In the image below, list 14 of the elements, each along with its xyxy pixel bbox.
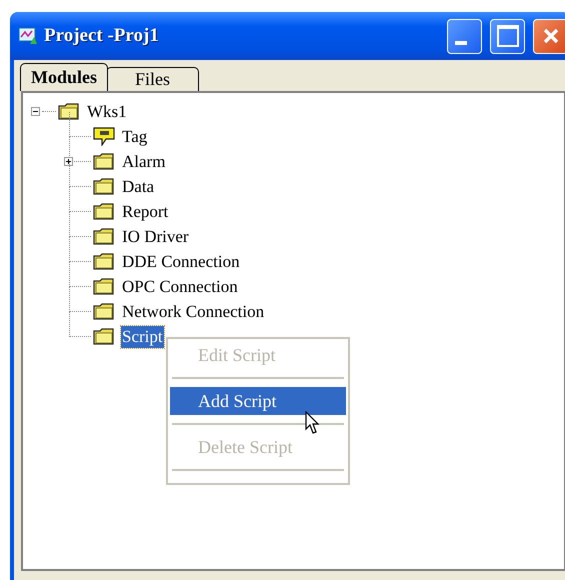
- tree-item[interactable]: OPC Connection: [121, 276, 239, 298]
- tree-item[interactable]: DDE Connection: [121, 250, 241, 272]
- tree-item[interactable]: Tag: [121, 126, 148, 148]
- tree-item[interactable]: Alarm: [121, 150, 166, 172]
- window-title: Project -Proj1: [44, 25, 159, 47]
- tree-item[interactable]: Script: [121, 326, 164, 348]
- tree-item[interactable]: IO Driver: [121, 226, 190, 248]
- tree-item[interactable]: Wks1: [86, 100, 128, 122]
- tab[interactable]: Modules: [20, 63, 108, 91]
- tree-item[interactable]: Report: [121, 200, 170, 222]
- tab[interactable]: Files: [106, 67, 200, 91]
- tree-item[interactable]: Data: [121, 176, 156, 198]
- tree-item[interactable]: Network Connection: [121, 300, 266, 322]
- menu-item[interactable]: Add Script: [170, 387, 346, 415]
